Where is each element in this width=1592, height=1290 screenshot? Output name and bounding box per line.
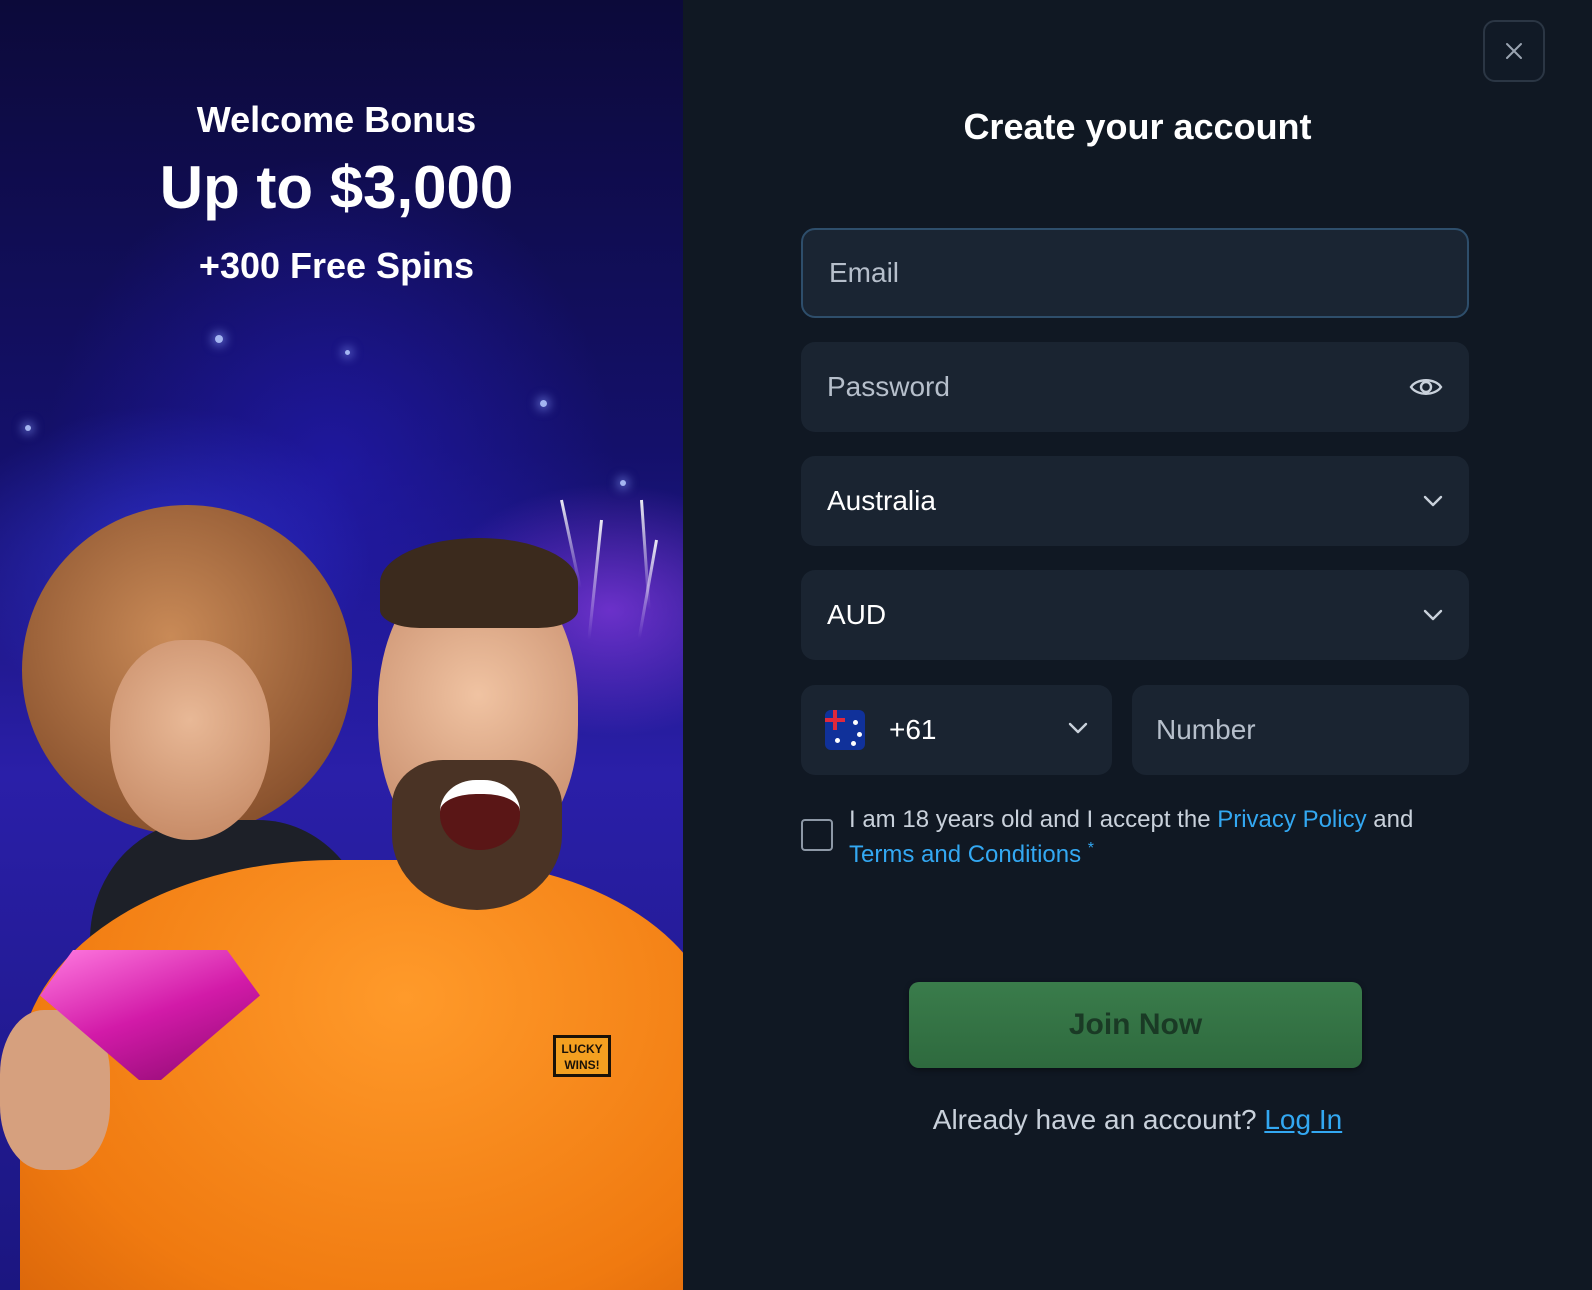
login-link[interactable]: Log In	[1264, 1104, 1342, 1135]
chevron-down-icon	[1423, 609, 1443, 621]
signup-modal: Welcome Bonus Up to $3,000 +300 Free Spi…	[0, 0, 1592, 1290]
lucky-wins-logo-text: LUCKY WINS!	[561, 1042, 603, 1072]
promo-amount: Up to $3,000	[159, 154, 514, 221]
age-terms-consent: I am 18 years old and I accept the Priva…	[801, 805, 1441, 869]
password-placeholder: Password	[827, 371, 950, 402]
email-placeholder: Email	[829, 257, 900, 288]
phone-code-dropdown-toggle	[1068, 721, 1088, 739]
login-prompt: Already have an account? Log In	[683, 1103, 1592, 1137]
close-icon	[1506, 43, 1522, 59]
form-title: Create your account	[963, 106, 1312, 147]
consent-text: I am 18 years old and I accept the Priva…	[849, 805, 1413, 869]
man-mouth	[440, 780, 520, 850]
country-value: Australia	[827, 485, 936, 516]
promo-panel: Welcome Bonus Up to $3,000 +300 Free Spi…	[0, 0, 683, 1290]
consent-text-before: I am 18 years old and I accept the	[849, 806, 1218, 833]
eye-icon	[1409, 379, 1443, 395]
consent-checkbox[interactable]	[801, 819, 833, 851]
firework-streak	[587, 519, 603, 640]
phone-code-select[interactable]: +61	[801, 685, 1112, 775]
close-button[interactable]	[1483, 20, 1545, 82]
sparkle	[25, 425, 31, 431]
woman-face	[110, 640, 270, 840]
email-field[interactable]: Email	[801, 228, 1469, 318]
join-now-button[interactable]: Join Now	[909, 982, 1362, 1068]
sparkle	[345, 350, 350, 355]
required-mark: *	[1087, 840, 1095, 857]
currency-value: AUD	[827, 599, 887, 630]
australia-flag-icon	[825, 710, 865, 750]
terms-conditions-link[interactable]: Terms and Conditions	[849, 841, 1081, 868]
phone-number-field[interactable]: Number	[1132, 685, 1469, 775]
promo-spins: +300 Free Spins	[198, 245, 475, 286]
country-select[interactable]: Australia	[801, 456, 1469, 546]
chevron-down-icon	[1423, 495, 1443, 507]
phone-number-placeholder: Number	[1156, 714, 1256, 745]
password-visibility-toggle[interactable]	[1409, 375, 1443, 399]
phone-code-value: +61	[889, 714, 937, 745]
sparkle	[215, 335, 223, 343]
privacy-policy-link[interactable]: Privacy Policy	[1217, 806, 1366, 833]
country-dropdown-toggle	[1423, 495, 1443, 507]
promo-eyebrow: Welcome Bonus	[196, 99, 477, 140]
sparkle	[620, 480, 626, 486]
password-field[interactable]: Password	[801, 342, 1469, 432]
sparkle	[540, 400, 547, 407]
login-prompt-text: Already have an account?	[932, 1104, 1265, 1135]
man-hair	[380, 538, 578, 628]
form-panel: Create your account Email Password Austr…	[683, 0, 1592, 1290]
lucky-wins-logo: LUCKY WINS!	[553, 1035, 611, 1077]
chevron-down-icon	[1068, 722, 1088, 734]
currency-dropdown-toggle	[1423, 609, 1443, 621]
consent-text-middle: and	[1366, 806, 1414, 833]
firework-streak	[637, 539, 658, 639]
currency-select[interactable]: AUD	[801, 570, 1469, 660]
promo-headline: Welcome Bonus Up to $3,000 +300 Free Spi…	[0, 98, 673, 288]
